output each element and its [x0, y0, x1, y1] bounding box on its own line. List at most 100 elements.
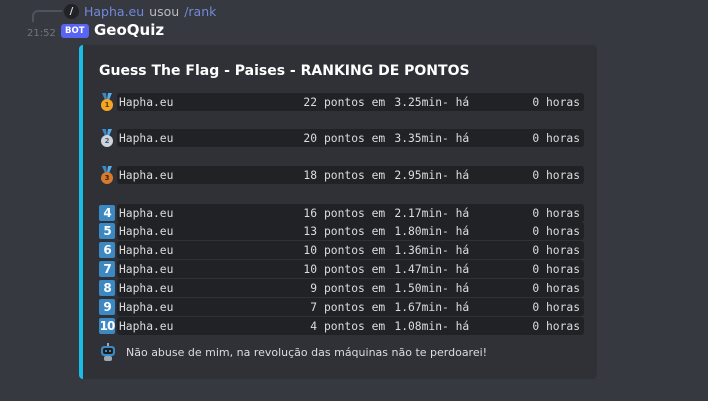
player-name: Hapha.eu [119, 262, 174, 276]
reply-verb: usou [149, 3, 180, 19]
ranking-entry-code: Hapha.eu 22 pontos em 3.25min - há 0 horas [117, 93, 584, 111]
embed-footer: Não abuse de mim, na revolução das máqui… [99, 343, 487, 361]
ago-label: - há [442, 224, 470, 238]
ago-label: - há [442, 300, 470, 314]
duration-value: 3.35min [394, 131, 442, 145]
bot-badge: BOT [61, 24, 89, 38]
points-label: pontos em [324, 243, 386, 257]
hours-value: 0 horas [532, 243, 580, 257]
ago-label: - há [442, 243, 470, 257]
hours-value: 0 horas [532, 95, 580, 109]
points-value: 22 [303, 95, 317, 109]
bronze-medal-icon: 3 [97, 166, 117, 184]
gold-medal-icon: 1 [97, 93, 117, 111]
points-value: 9 [310, 281, 317, 295]
player-name: Hapha.eu [119, 224, 174, 238]
robot-icon [99, 343, 117, 361]
ranking-row: 4 Hapha.eu 16 pontos em 2.17min - há 0 horas [97, 204, 584, 222]
reply-spine [32, 10, 62, 22]
player-name: Hapha.eu [119, 95, 174, 109]
points-value: 13 [303, 224, 317, 238]
player-name: Hapha.eu [119, 206, 174, 220]
hours-value: 0 horas [532, 224, 580, 238]
ranking-entry-code: Hapha.eu 9 pontos em 1.50min - há 0 horas [117, 279, 584, 297]
keycap-6-icon: 6 [97, 241, 117, 259]
ranking-row: 3 Hapha.eu 18 pontos em 2.95min - há 0 horas [97, 166, 584, 184]
player-name: Hapha.eu [119, 319, 174, 333]
silver-medal-icon: 2 [97, 129, 117, 147]
duration-value: 2.17min [394, 206, 442, 220]
ranking-row: 10 Hapha.eu 4 pontos em 1.08min - há 0 horas [97, 317, 584, 335]
points-label: pontos em [324, 168, 386, 182]
embed-title: Guess The Flag - Paises - RANKING DE PON… [99, 63, 470, 79]
reply-avatar-icon[interactable]: / [64, 3, 79, 19]
ago-label: - há [442, 95, 470, 109]
duration-value: 1.47min [394, 262, 442, 276]
duration-value: 1.80min [394, 224, 442, 238]
keycap-4-icon: 4 [97, 204, 117, 222]
hours-value: 0 horas [532, 168, 580, 182]
ranking-entry-code: Hapha.eu 16 pontos em 2.17min - há 0 horas [117, 204, 584, 222]
points-value: 18 [303, 168, 317, 182]
player-name: Hapha.eu [119, 168, 174, 182]
player-name: Hapha.eu [119, 281, 174, 295]
hours-value: 0 horas [532, 319, 580, 333]
duration-value: 1.36min [394, 243, 442, 257]
hours-value: 0 horas [532, 281, 580, 295]
ago-label: - há [442, 131, 470, 145]
duration-value: 3.25min [394, 95, 442, 109]
ranking-entry-code: Hapha.eu 4 pontos em 1.08min - há 0 horas [117, 317, 584, 335]
points-label: pontos em [324, 319, 386, 333]
player-name: Hapha.eu [119, 243, 174, 257]
hours-value: 0 horas [532, 300, 580, 314]
points-value: 4 [310, 319, 317, 333]
points-value: 10 [303, 262, 317, 276]
keycap-10-icon: 10 [99, 318, 115, 334]
ranking-row: 7 Hapha.eu 10 pontos em 1.47min - há 0 horas [97, 260, 584, 278]
message-author[interactable]: GeoQuiz [94, 21, 164, 39]
points-value: 10 [303, 243, 317, 257]
ranking-entry-code: Hapha.eu 18 pontos em 2.95min - há 0 horas [117, 166, 584, 184]
keycap-9-icon: 9 [97, 298, 117, 316]
hours-value: 0 horas [532, 262, 580, 276]
ago-label: - há [442, 262, 470, 276]
reply-username[interactable]: Hapha.eu [84, 4, 144, 19]
points-label: pontos em [324, 131, 386, 145]
keycap-5-icon: 5 [97, 222, 117, 240]
ranking-entry-code: Hapha.eu 10 pontos em 1.36min - há 0 horas [117, 241, 584, 259]
embed-card: Guess The Flag - Paises - RANKING DE PON… [79, 45, 597, 379]
player-name: Hapha.eu [119, 300, 174, 314]
ago-label: - há [442, 281, 470, 295]
duration-value: 1.67min [394, 300, 442, 314]
points-value: 7 [310, 300, 317, 314]
points-label: pontos em [324, 300, 386, 314]
points-label: pontos em [324, 95, 386, 109]
keycap-8-icon: 8 [97, 279, 117, 297]
points-value: 20 [303, 131, 317, 145]
points-label: pontos em [324, 206, 386, 220]
footer-text: Não abuse de mim, na revolução das máqui… [126, 345, 488, 359]
player-name: Hapha.eu [119, 131, 174, 145]
ranking-entry-code: Hapha.eu 10 pontos em 1.47min - há 0 horas [117, 260, 584, 278]
duration-value: 2.95min [394, 168, 442, 182]
points-label: pontos em [324, 281, 386, 295]
duration-value: 1.08min [394, 319, 442, 333]
ranking-row: 6 Hapha.eu 10 pontos em 1.36min - há 0 horas [97, 241, 584, 259]
ranking-row: 5 Hapha.eu 13 pontos em 1.80min - há 0 horas [97, 222, 584, 240]
hours-value: 0 horas [532, 206, 580, 220]
points-label: pontos em [324, 224, 386, 238]
ranking-entry-code: Hapha.eu 13 pontos em 1.80min - há 0 horas [117, 222, 584, 240]
ago-label: - há [442, 206, 470, 220]
keycap-7-icon: 7 [97, 260, 117, 278]
reply-reference[interactable]: / Hapha.eu usou /rank [64, 3, 216, 19]
ago-label: - há [442, 168, 470, 182]
hours-value: 0 horas [532, 131, 580, 145]
ago-label: - há [442, 319, 470, 333]
ranking-entry-code: Hapha.eu 20 pontos em 3.35min - há 0 horas [117, 129, 584, 147]
message-timestamp[interactable]: 21:52 [27, 28, 56, 39]
ranking-row: 1 Hapha.eu 22 pontos em 3.25min - há 0 horas [97, 93, 584, 111]
reply-command[interactable]: /rank [184, 4, 216, 19]
ranking-row: 8 Hapha.eu 9 pontos em 1.50min - há 0 horas [97, 279, 584, 297]
ranking-row: 2 Hapha.eu 20 pontos em 3.35min - há 0 horas [97, 129, 584, 147]
duration-value: 1.50min [394, 281, 442, 295]
